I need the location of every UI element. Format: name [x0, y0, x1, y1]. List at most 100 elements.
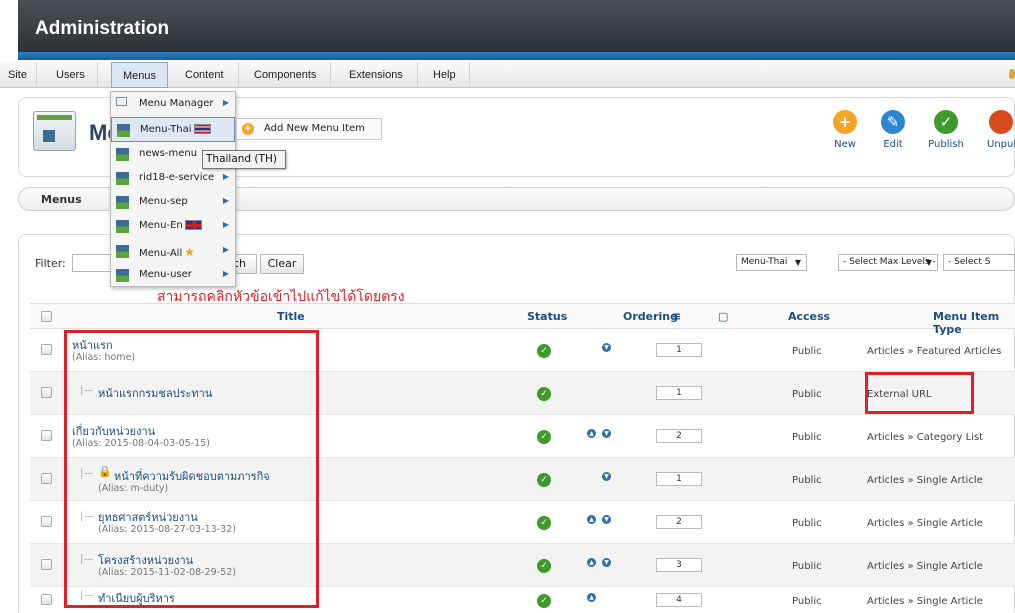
- move-down-icon[interactable]: ▼: [602, 343, 611, 352]
- move-down-icon[interactable]: ▼: [602, 515, 611, 524]
- table-header: Title Status Ordering ≡ ▢ Access Menu It…: [30, 303, 1015, 336]
- chevron-right-icon: ▶: [222, 269, 229, 278]
- chevron-right-icon: ▶: [222, 245, 229, 254]
- published-icon[interactable]: ✓: [537, 387, 551, 401]
- select-all-checkbox[interactable]: [41, 311, 52, 322]
- add-new-menu-item[interactable]: + Add New Menu Item: [236, 118, 382, 140]
- type-value: Articles » Single Article: [867, 561, 983, 572]
- access-header[interactable]: Access: [788, 310, 830, 323]
- menu-components[interactable]: Components: [240, 62, 332, 88]
- sort-icon[interactable]: ≡: [672, 310, 681, 323]
- dropdown-item-menu-manager[interactable]: Menu Manager ▶: [111, 92, 235, 117]
- ordering-header[interactable]: Ordering: [623, 310, 678, 323]
- type-value: Articles » Featured Articles: [867, 346, 1002, 357]
- menu-users[interactable]: Users: [44, 62, 98, 88]
- menu-manager-icon: [116, 97, 127, 106]
- menu-manager-icon: [33, 111, 76, 151]
- access-value: Public: [792, 389, 822, 400]
- menu-icon: [116, 269, 129, 282]
- unpublish-button[interactable]: Unpub: [975, 108, 1015, 158]
- chevron-right-icon: ▶: [222, 98, 229, 107]
- new-button[interactable]: + New: [818, 108, 872, 158]
- menu-icon: [116, 148, 129, 161]
- published-icon[interactable]: ✓: [537, 344, 551, 358]
- move-up-icon[interactable]: ▲: [587, 593, 596, 602]
- move-down-icon[interactable]: ▼: [602, 429, 611, 438]
- dropdown-item-rid18-e-service[interactable]: rid18-e-service ▶: [111, 166, 235, 191]
- row-checkbox[interactable]: [41, 594, 52, 605]
- header-title: Administration: [35, 18, 170, 39]
- title-header[interactable]: Title: [277, 310, 305, 323]
- menu-select[interactable]: Menu-Thai ▼: [736, 254, 807, 271]
- dropdown-item-menu-sep[interactable]: Menu-sep ▶: [111, 190, 235, 215]
- menu-icon: [116, 196, 129, 209]
- order-input[interactable]: 1: [656, 472, 702, 486]
- uk-flag-icon: [184, 220, 202, 230]
- status-header[interactable]: Status: [527, 310, 567, 323]
- submenu-menus[interactable]: Menus: [41, 193, 82, 206]
- move-down-icon[interactable]: ▼: [602, 558, 611, 567]
- save-order-icon[interactable]: ▢: [718, 310, 728, 323]
- check-icon: ✓: [934, 110, 958, 134]
- user-icon[interactable]: [1009, 69, 1015, 79]
- max-levels-select[interactable]: - Select Max Levels - ▼: [838, 254, 938, 271]
- header-stripe: [18, 52, 1015, 60]
- menu-menus[interactable]: Menus: [111, 62, 169, 88]
- publish-button[interactable]: ✓ Publish: [919, 108, 973, 158]
- order-input[interactable]: 1: [656, 343, 702, 357]
- chevron-right-icon: ▶: [222, 196, 229, 205]
- published-icon[interactable]: ✓: [537, 559, 551, 573]
- unpublish-icon: [989, 110, 1013, 134]
- menu-extensions[interactable]: Extensions: [335, 62, 418, 88]
- row-checkbox[interactable]: [41, 430, 52, 441]
- row-checkbox[interactable]: [41, 344, 52, 355]
- order-input[interactable]: 4: [656, 593, 702, 607]
- move-up-icon[interactable]: ▲: [587, 429, 596, 438]
- move-up-icon[interactable]: ▲: [587, 558, 596, 567]
- chevron-right-icon: ▶: [222, 172, 229, 181]
- published-icon[interactable]: ✓: [537, 430, 551, 444]
- access-value: Public: [792, 596, 822, 607]
- thai-flag-icon: [193, 124, 211, 134]
- menu-content[interactable]: Content: [171, 62, 239, 88]
- order-input[interactable]: 2: [656, 429, 702, 443]
- filter-input[interactable]: [72, 254, 112, 272]
- order-input[interactable]: 3: [656, 558, 702, 572]
- plus-icon: +: [833, 110, 857, 134]
- move-up-icon[interactable]: ▲: [587, 515, 596, 524]
- menu-help[interactable]: Help: [420, 62, 470, 88]
- dropdown-item-menu-en[interactable]: Menu-En ▶: [111, 214, 235, 239]
- filter-label: Filter:: [35, 257, 66, 270]
- chevron-right-icon: ▶: [222, 220, 229, 229]
- move-down-icon[interactable]: ▼: [602, 472, 611, 481]
- annotation-box-titles: [64, 330, 319, 608]
- row-checkbox[interactable]: [41, 516, 52, 527]
- header-left-edge: [0, 0, 18, 60]
- caret-down-icon: ▼: [925, 258, 932, 267]
- flag-tooltip: Thailand (TH): [202, 150, 286, 169]
- dropdown-item-menu-thai[interactable]: Menu-Thai: [111, 117, 235, 142]
- menu-site[interactable]: Site: [0, 62, 37, 88]
- dropdown-item-menu-user[interactable]: Menu-user ▶: [111, 263, 235, 288]
- published-icon[interactable]: ✓: [537, 516, 551, 530]
- menu-icon: [116, 220, 129, 233]
- order-input[interactable]: 2: [656, 515, 702, 529]
- dropdown-item-menu-all[interactable]: Menu-All ★ ▶: [111, 239, 235, 264]
- menu-icon: [117, 124, 130, 137]
- edit-button[interactable]: ✎ Edit: [866, 108, 920, 158]
- menu-icon: [116, 245, 129, 258]
- main-menubar: Site Users Menus Content Components Exte…: [0, 62, 1015, 88]
- access-value: Public: [792, 432, 822, 443]
- row-checkbox[interactable]: [41, 473, 52, 484]
- access-value: Public: [792, 561, 822, 572]
- row-checkbox[interactable]: [41, 387, 52, 398]
- published-icon[interactable]: ✓: [537, 594, 551, 608]
- other-select[interactable]: - Select S: [943, 254, 1015, 271]
- row-checkbox[interactable]: [41, 559, 52, 570]
- clear-button[interactable]: Clear: [260, 254, 304, 274]
- type-value: Articles » Single Article: [867, 475, 983, 486]
- star-icon: ★: [184, 245, 196, 259]
- order-input[interactable]: 1: [656, 386, 702, 400]
- published-icon[interactable]: ✓: [537, 473, 551, 487]
- caret-down-icon: ▼: [794, 258, 801, 267]
